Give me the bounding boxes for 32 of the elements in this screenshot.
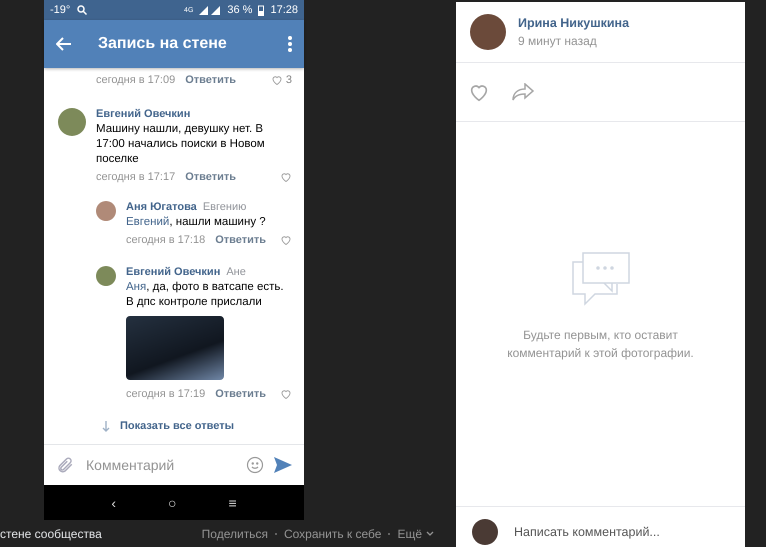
reply-link[interactable]: Ответить bbox=[185, 74, 236, 86]
nav-key[interactable]: ○ bbox=[164, 494, 180, 510]
screen-title: Запись на стене bbox=[98, 35, 228, 53]
show-all-replies-link[interactable]: Показать все ответы bbox=[120, 420, 234, 432]
reply-link[interactable]: Ответить bbox=[215, 388, 266, 400]
comment-text: Евгений, нашли машину ? bbox=[126, 215, 267, 230]
author-name[interactable]: Евгений Овечкин bbox=[96, 108, 190, 120]
reply-addressee: Ане bbox=[226, 266, 246, 278]
temperature: -19° bbox=[50, 4, 70, 16]
like-count: 3 bbox=[286, 74, 292, 86]
reply-link[interactable]: Ответить bbox=[215, 234, 266, 246]
battery-level: 36 % bbox=[227, 4, 252, 16]
caption-link[interactable]: Поделиться bbox=[202, 526, 268, 540]
clock-time: 17:28 bbox=[270, 4, 298, 16]
caption-text: стене сообщества bbox=[0, 526, 103, 540]
comment-text: Машину нашли, девушку нет. В 17:00 начались поиски в Новом поселке bbox=[96, 122, 266, 167]
caption-link[interactable]: Ещё bbox=[397, 526, 422, 540]
post-time: 9 минут назад bbox=[518, 34, 598, 48]
empty-comments-message: Будьте первым, кто оставит комментарий к этой фотографии. bbox=[506, 327, 695, 362]
author-name[interactable]: Аня Югатова bbox=[126, 201, 197, 213]
nav-key[interactable]: ≡ bbox=[224, 494, 241, 510]
author-name[interactable]: Евгений Овечкин bbox=[126, 266, 220, 278]
comment-time: сегодня в 17:19 bbox=[126, 388, 206, 400]
nav-key[interactable]: ‹ bbox=[107, 494, 120, 510]
author-name[interactable]: Ирина Никушкина bbox=[518, 16, 630, 30]
comment-time: сегодня в 17:17 bbox=[96, 171, 176, 183]
reply-link[interactable]: Ответить bbox=[185, 171, 236, 183]
comment-time: сегодня в 17:18 bbox=[126, 234, 206, 246]
comment-time: сегодня в 17:09 bbox=[96, 74, 176, 86]
comment-text: Аня, да, фото в ватсапе есть. В дпс контроле прислали bbox=[126, 280, 285, 310]
caption-link[interactable]: Сохранить к себе bbox=[284, 526, 382, 540]
reply-addressee: Евгению bbox=[202, 201, 246, 213]
